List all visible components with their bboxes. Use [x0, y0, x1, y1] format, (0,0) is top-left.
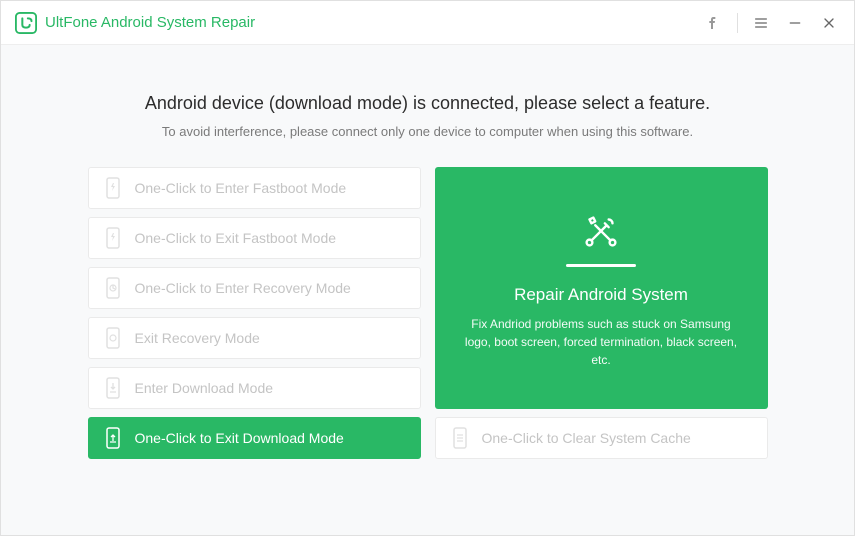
feature-label: Enter Download Mode: [135, 380, 404, 396]
repair-system-card[interactable]: Repair Android System Fix Andriod proble…: [435, 167, 768, 409]
right-column: Repair Android System Fix Andriod proble…: [435, 167, 768, 459]
close-button[interactable]: [814, 8, 844, 38]
feature-label: One-Click to Enter Recovery Mode: [135, 280, 404, 296]
exit-recovery-button[interactable]: Exit Recovery Mode: [88, 317, 421, 359]
content-area: Android device (download mode) is connec…: [1, 45, 854, 535]
phone-cache-icon: [452, 427, 468, 449]
phone-exit-recovery-icon: [105, 327, 121, 349]
app-window: UltFone Android System Repair Android de…: [0, 0, 855, 536]
enter-download-button[interactable]: Enter Download Mode: [88, 367, 421, 409]
titlebar: UltFone Android System Repair: [1, 1, 854, 45]
feature-label: One-Click to Exit Download Mode: [135, 430, 404, 446]
phone-recovery-icon: [105, 277, 121, 299]
phone-fastboot-icon: [105, 177, 121, 199]
clear-cache-button[interactable]: One-Click to Clear System Cache: [435, 417, 768, 459]
feature-label: One-Click to Exit Fastboot Mode: [135, 230, 404, 246]
page-heading: Android device (download mode) is connec…: [145, 93, 710, 114]
app-logo-icon: [15, 12, 37, 34]
enter-recovery-button[interactable]: One-Click to Enter Recovery Mode: [88, 267, 421, 309]
card-divider: [566, 264, 636, 267]
exit-download-button[interactable]: One-Click to Exit Download Mode: [88, 417, 421, 459]
feature-grid: One-Click to Enter Fastboot Mode One-Cli…: [88, 167, 768, 459]
app-title: UltFone Android System Repair: [45, 14, 699, 31]
phone-exit-download-icon: [105, 427, 121, 449]
page-subheading: To avoid interference, please connect on…: [162, 124, 693, 139]
feature-label: One-Click to Clear System Cache: [482, 430, 751, 446]
minimize-button[interactable]: [780, 8, 810, 38]
repair-description: Fix Andriod problems such as stuck on Sa…: [463, 315, 740, 369]
menu-button[interactable]: [746, 8, 776, 38]
facebook-button[interactable]: [699, 8, 729, 38]
titlebar-divider: [737, 13, 738, 33]
titlebar-controls: [699, 8, 844, 38]
exit-fastboot-button[interactable]: One-Click to Exit Fastboot Mode: [88, 217, 421, 259]
phone-exit-fastboot-icon: [105, 227, 121, 249]
feature-label: One-Click to Enter Fastboot Mode: [135, 180, 404, 196]
enter-fastboot-button[interactable]: One-Click to Enter Fastboot Mode: [88, 167, 421, 209]
feature-label: Exit Recovery Mode: [135, 330, 404, 346]
phone-download-icon: [105, 377, 121, 399]
repair-title: Repair Android System: [514, 285, 688, 305]
tools-icon: [578, 208, 624, 254]
left-column: One-Click to Enter Fastboot Mode One-Cli…: [88, 167, 421, 459]
